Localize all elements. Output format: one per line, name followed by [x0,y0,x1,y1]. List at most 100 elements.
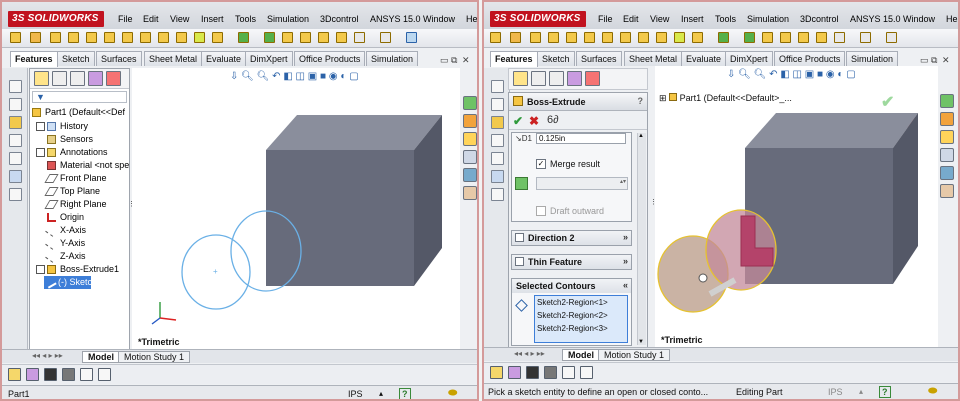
tab-dimxpert[interactable]: DimXpert [725,51,773,66]
loft-icon[interactable] [68,32,79,43]
rebuild-icon[interactable] [8,368,21,381]
extrude-icon[interactable] [10,32,21,43]
cut-revolve-icon[interactable] [122,32,133,43]
sweep-icon[interactable] [50,32,61,43]
tab-features[interactable]: Features [490,51,538,67]
tab-motion-study[interactable]: Motion Study 1 [598,349,671,361]
rebuild-icon[interactable] [490,366,503,379]
tag-icon[interactable]: ⬬ [448,387,457,399]
tree-item-sketch2[interactable]: (-) Sketch2 [44,276,102,289]
file-explorer-icon[interactable] [940,130,954,144]
menu-3dcontrol[interactable]: 3Dcontrol [800,14,839,24]
display-manager-tab-icon[interactable] [585,71,600,86]
draft-angle-input[interactable]: ▴▾ [536,177,628,190]
menu-view[interactable]: View [650,14,669,24]
configuration-manager-tab-icon[interactable] [549,71,564,86]
menu-simulation[interactable]: Simulation [267,14,309,24]
view-palette-icon[interactable] [940,148,954,162]
tile-icon[interactable]: ⧉ [931,55,937,66]
property-manager-tab-icon[interactable] [52,71,67,86]
custom-properties-icon[interactable] [940,184,954,198]
shell-icon[interactable] [282,32,293,43]
instant3d-icon[interactable] [406,32,417,43]
design-library-icon[interactable] [463,114,477,128]
wrap-icon[interactable] [300,32,311,43]
tab-surfaces[interactable]: Surfaces [576,51,622,66]
draft-outward-checkbox[interactable] [536,206,546,216]
appearance-icon[interactable] [9,116,22,129]
cut-sweep-icon[interactable] [620,32,631,43]
linear-pattern-icon[interactable] [692,32,703,43]
shell-icon[interactable] [762,32,773,43]
tab-surfaces[interactable]: Surfaces [96,51,142,66]
units-label[interactable]: IPS [348,389,363,399]
curves-icon[interactable] [860,32,871,43]
dimension-icon[interactable] [580,366,593,379]
tab-office-products[interactable]: Office Products [294,51,366,66]
tab-office-products[interactable]: Office Products [774,51,846,66]
scroll-arrows-icon[interactable]: ◂◂ ◂ ▸ ▸▸ [514,349,545,358]
curves-icon[interactable] [380,32,391,43]
file-explorer-icon[interactable] [463,132,477,146]
dimxpert-manager-tab-icon[interactable] [88,71,103,86]
scroll-arrows-icon[interactable]: ◂◂ ◂ ▸ ▸▸ [32,351,63,360]
tab-model[interactable]: Model [82,351,120,363]
extrude-icon[interactable] [490,32,501,43]
tab-motion-study[interactable]: Motion Study 1 [118,351,191,363]
dome-icon[interactable] [816,32,827,43]
reference-geometry-icon[interactable] [354,32,365,43]
custom-properties-icon[interactable] [463,186,477,200]
wrap-icon[interactable] [780,32,791,43]
design-library-icon[interactable] [940,112,954,126]
draft-toggle-icon[interactable] [515,177,528,190]
direction2-group[interactable]: Direction 2 » [511,230,632,246]
contour-item[interactable]: Sketch2-Region<3> [537,324,608,333]
align-icon[interactable] [80,368,93,381]
thin-feature-group[interactable]: Thin Feature » [511,254,632,270]
section-icon[interactable] [9,152,22,165]
dimxpert-manager-tab-icon[interactable] [567,71,582,86]
restore-icon[interactable]: ▭ [920,55,929,66]
rib-icon[interactable] [238,32,249,43]
menu-ansys[interactable]: ANSYS 15.0 [370,14,421,24]
graphics-area-right[interactable]: ⊞ Part1 (Default<<Default>_... ⇩ 🔍︎ 🔍︎ ↶… [655,66,938,348]
view-palette-icon[interactable] [463,150,477,164]
thin-feature-checkbox[interactable] [515,257,524,266]
solidworks-logo[interactable]: 3S SOLIDWORKS [490,11,586,27]
appearances-icon[interactable] [463,168,477,182]
lines-icon[interactable] [44,368,57,381]
tab-model[interactable]: Model [562,349,600,361]
save-icon[interactable] [491,170,504,183]
configuration-manager-tab-icon[interactable] [70,71,85,86]
thin-feature-header[interactable]: Thin Feature » [512,255,631,269]
lines-icon[interactable] [526,366,539,379]
menu-view[interactable]: View [170,14,189,24]
ok-check-icon[interactable]: ✔ [513,114,523,128]
select-icon[interactable] [9,80,22,93]
appearances-icon[interactable] [940,166,954,180]
display-icon[interactable] [491,98,504,111]
cancel-x-icon[interactable]: ✖ [529,114,539,128]
linear-pattern-icon[interactable] [212,32,223,43]
menu-simulation[interactable]: Simulation [747,14,789,24]
merge-result-checkbox[interactable]: ✓ [536,159,546,169]
boundary-icon[interactable] [566,32,577,43]
feature-manager-tab-icon[interactable] [513,71,528,86]
menu-ansys[interactable]: ANSYS 15.0 [850,14,901,24]
pm-scrollbar[interactable]: ▲ ▼ [637,133,646,345]
help-question-icon[interactable]: ? [638,96,644,106]
cut-loft-icon[interactable] [158,32,169,43]
menu-edit[interactable]: Edit [623,14,639,24]
dimension-icon[interactable] [98,368,111,381]
intersect-icon[interactable] [798,32,809,43]
menu-help[interactable]: He [466,14,477,24]
section-icon[interactable] [491,152,504,165]
instant3d-icon[interactable] [886,32,897,43]
cut-sweep-icon[interactable] [140,32,151,43]
tab-sketch[interactable]: Sketch [57,51,95,66]
draft-icon[interactable] [744,32,755,43]
units-arrow-icon[interactable]: ▴ [379,389,383,398]
menu-help[interactable]: He [946,14,958,24]
menu-window[interactable]: Window [423,14,455,24]
menu-file[interactable]: File [118,14,133,24]
